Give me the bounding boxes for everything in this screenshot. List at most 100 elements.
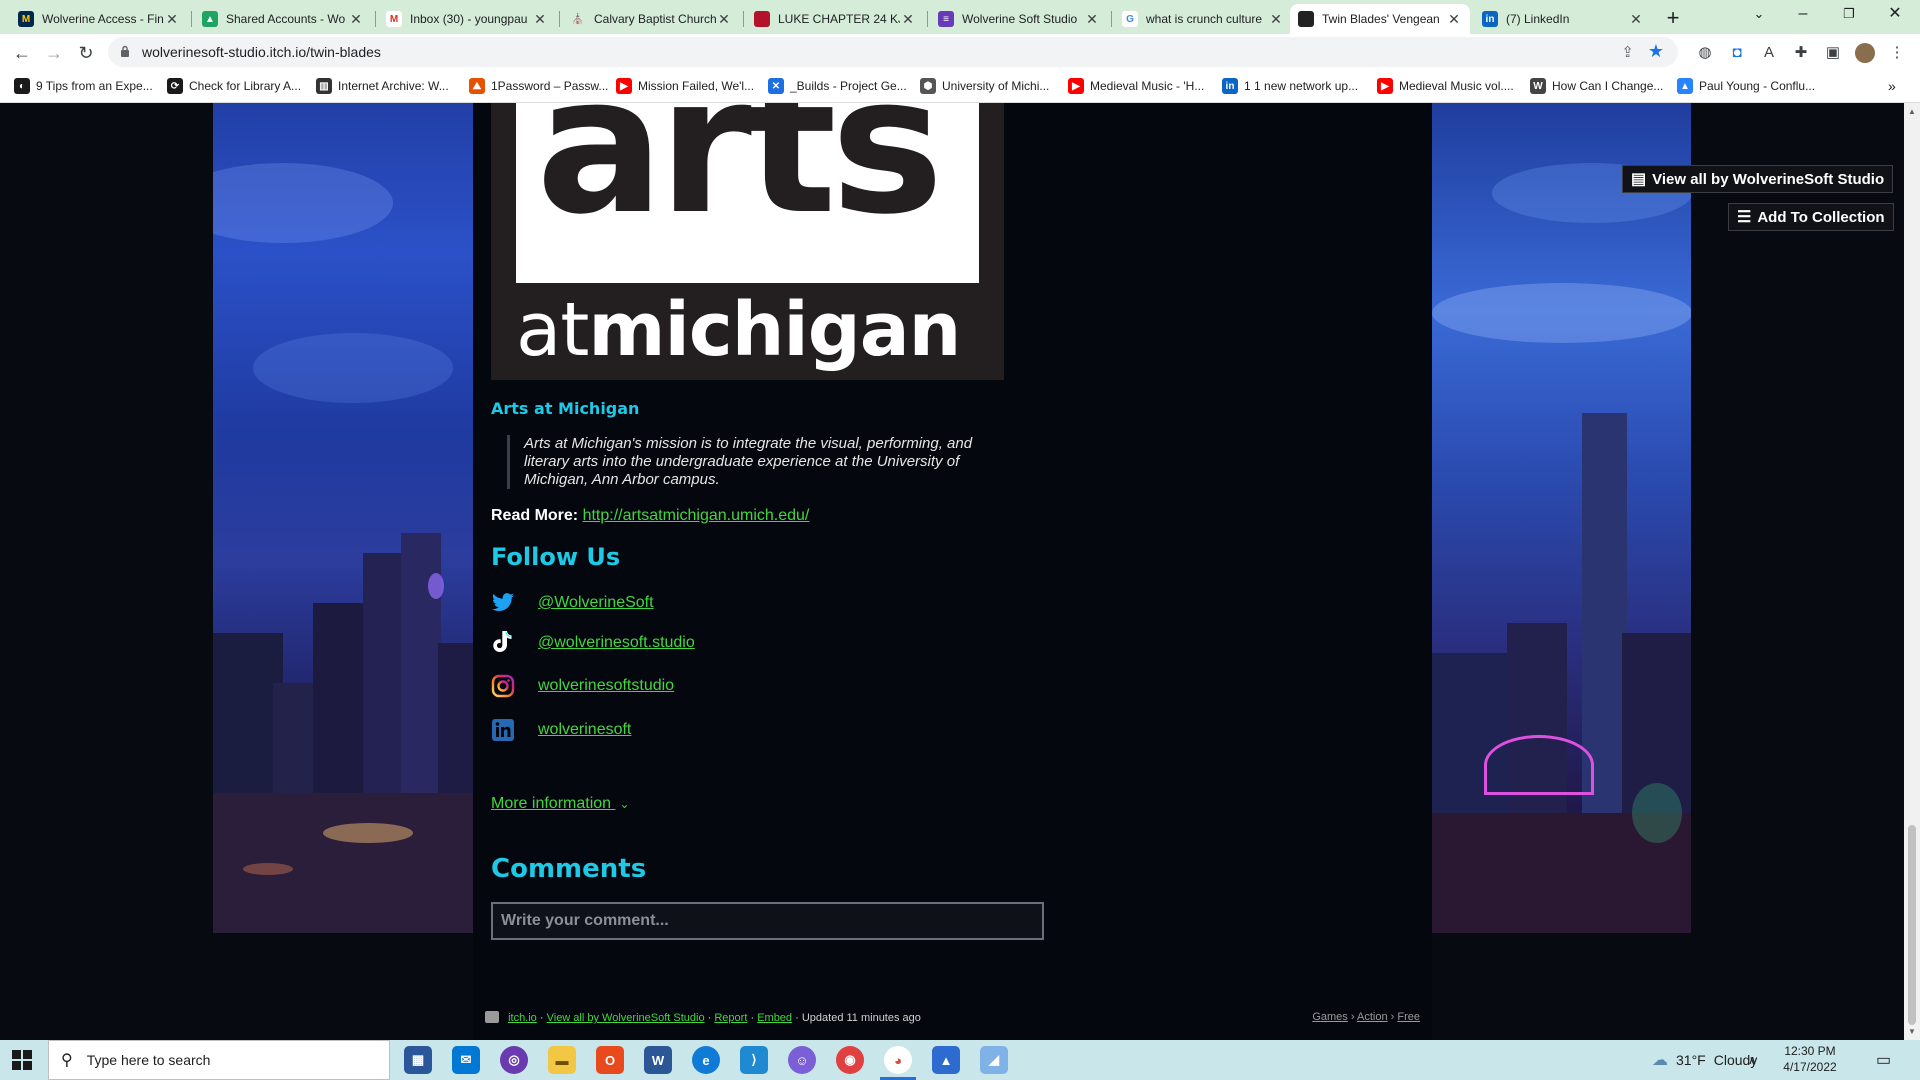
vscode-app-icon[interactable]: ⟩ bbox=[740, 1046, 768, 1074]
bookmark-item[interactable]: W How Can I Change... bbox=[1530, 78, 1663, 94]
chrome-app-icon[interactable]: ◕ bbox=[884, 1046, 912, 1074]
bookmark-item[interactable]: ▲ Paul Young - Conflu... bbox=[1677, 78, 1815, 94]
forward-button[interactable]: → bbox=[40, 39, 68, 67]
store-app-icon[interactable]: ▦ bbox=[404, 1046, 432, 1074]
notifications-icon[interactable]: ▭ bbox=[1876, 1040, 1891, 1080]
puzzle-icon[interactable]: ✚ bbox=[1791, 43, 1811, 63]
view-all-button[interactable]: ▤ View all by WolverineSoft Studio bbox=[1622, 165, 1894, 193]
bookmark-item[interactable]: ▥ Internet Archive: W... bbox=[316, 78, 449, 94]
tab-calvary-baptist[interactable]: ⛪ Calvary Baptist Church ✕ bbox=[562, 4, 740, 34]
social-item-twitter[interactable]: @WolverineSoft bbox=[491, 591, 654, 615]
footer-report-link[interactable]: Report bbox=[714, 1012, 747, 1024]
weather-widget[interactable]: ☁ 31°F Cloudy bbox=[1652, 1040, 1757, 1080]
app-circle-icon[interactable]: ◎ bbox=[500, 1046, 528, 1074]
section-title: Arts at Michigan bbox=[491, 399, 640, 418]
back-button[interactable]: ← bbox=[8, 39, 36, 67]
address-bar[interactable]: wolverinesoft-studio.itch.io/twin-blades… bbox=[108, 37, 1678, 67]
bookmark-item[interactable]: ▶ Medieval Music - 'H... bbox=[1068, 78, 1204, 94]
reload-button[interactable]: ↻ bbox=[72, 39, 100, 67]
close-window-button[interactable]: ✕ bbox=[1872, 0, 1918, 30]
photos-app-icon[interactable]: ▲ bbox=[932, 1046, 960, 1074]
social-item-linkedin[interactable]: wolverinesoft bbox=[491, 718, 631, 742]
tab-wolverine-access[interactable]: M Wolverine Access - Fin ✕ bbox=[10, 4, 188, 34]
close-tab-icon[interactable]: ✕ bbox=[1446, 11, 1462, 28]
tab-title: Inbox (30) - youngpau bbox=[410, 12, 528, 26]
crumb-games[interactable]: Games bbox=[1312, 1011, 1347, 1023]
tab-title: (7) LinkedIn bbox=[1506, 12, 1570, 26]
tab-search-icon[interactable]: ⌄ bbox=[1736, 0, 1782, 30]
bookmark-item[interactable]: ⟳ Check for Library A... bbox=[167, 78, 301, 94]
tiktok-link[interactable]: @wolverinesoft.studio bbox=[538, 634, 695, 652]
close-tab-icon[interactable]: ✕ bbox=[348, 11, 364, 28]
bookmark-item[interactable]: ⛰ 1Password – Passw... bbox=[469, 78, 608, 94]
tab-wolverine-soft[interactable]: ≡ Wolverine Soft Studio ✕ bbox=[930, 4, 1108, 34]
footer-embed-link[interactable]: Embed bbox=[757, 1012, 792, 1024]
close-tab-icon[interactable]: ✕ bbox=[1084, 11, 1100, 28]
close-tab-icon[interactable]: ✕ bbox=[716, 11, 732, 28]
tab-twin-blades[interactable]: Twin Blades' Vengean ✕ bbox=[1290, 4, 1470, 34]
minimize-button[interactable]: – bbox=[1780, 0, 1826, 30]
itchio-logo-icon[interactable] bbox=[485, 1011, 499, 1023]
url-text[interactable]: wolverinesoft-studio.itch.io/twin-blades bbox=[142, 44, 381, 60]
edge-app-icon[interactable]: e bbox=[692, 1046, 720, 1074]
bookmark-item[interactable]: ✕ _Builds - Project Ge... bbox=[768, 78, 907, 94]
system-clock[interactable]: 12:30 PM 4/17/2022 bbox=[1770, 1043, 1850, 1075]
add-to-collection-button[interactable]: ☰ Add To Collection bbox=[1728, 203, 1894, 231]
taskbar-search-input[interactable]: ⚲ Type here to search bbox=[48, 1040, 390, 1080]
mail-app-icon[interactable]: ✉ bbox=[452, 1046, 480, 1074]
tab-crunch-culture[interactable]: G what is crunch culture ✕ bbox=[1114, 4, 1292, 34]
tab-gmail-inbox[interactable]: M Inbox (30) - youngpau ✕ bbox=[378, 4, 556, 34]
app-red-icon[interactable]: ◉ bbox=[836, 1046, 864, 1074]
windows-start-icon[interactable] bbox=[12, 1050, 32, 1070]
more-information-toggle[interactable]: More information ⌄ bbox=[491, 795, 630, 813]
footer-itchio-link[interactable]: itch.io bbox=[508, 1012, 537, 1024]
social-item-instagram[interactable]: wolverinesoftstudio bbox=[491, 674, 674, 698]
close-tab-icon[interactable]: ✕ bbox=[532, 11, 548, 28]
bookmark-item[interactable]: ▶ Medieval Music vol.... bbox=[1377, 78, 1514, 94]
app-blue-icon[interactable]: ◢ bbox=[980, 1046, 1008, 1074]
bookmark-favicon-icon: ⬢ bbox=[920, 78, 936, 94]
maximize-button[interactable]: ❐ bbox=[1826, 0, 1872, 30]
close-tab-icon[interactable]: ✕ bbox=[164, 11, 180, 28]
instagram-link[interactable]: wolverinesoftstudio bbox=[538, 677, 674, 695]
extension-icon[interactable]: ◍ bbox=[1695, 43, 1715, 63]
scroll-up-icon[interactable]: ▲ bbox=[1908, 107, 1916, 116]
file-explorer-icon[interactable]: ▬ bbox=[548, 1046, 576, 1074]
tray-chevron-up-icon[interactable]: ∧ bbox=[1748, 1040, 1757, 1080]
close-tab-icon[interactable]: ✕ bbox=[900, 11, 916, 28]
page-scrollbar[interactable]: ▲ ▼ bbox=[1904, 103, 1920, 1040]
bookmark-item[interactable]: ◐ 9 Tips from an Expe... bbox=[14, 78, 153, 94]
profile-avatar[interactable] bbox=[1855, 43, 1875, 63]
crumb-free[interactable]: Free bbox=[1397, 1011, 1420, 1023]
tab-title: Wolverine Access - Fin bbox=[42, 12, 164, 26]
linkedin-link[interactable]: wolverinesoft bbox=[538, 721, 631, 739]
menu-icon[interactable]: ⋮ bbox=[1887, 43, 1907, 63]
twitter-link[interactable]: @WolverineSoft bbox=[538, 594, 654, 612]
extension-a-icon[interactable]: A bbox=[1759, 43, 1779, 63]
crumb-action[interactable]: Action bbox=[1357, 1011, 1388, 1023]
screencast-extension-icon[interactable]: ◘ bbox=[1727, 43, 1747, 63]
word-app-icon[interactable]: W bbox=[644, 1046, 672, 1074]
scroll-down-icon[interactable]: ▼ bbox=[1908, 1027, 1916, 1036]
side-panel-icon[interactable]: ▣ bbox=[1823, 43, 1843, 63]
bookmark-item[interactable]: in 1 1 new network up... bbox=[1222, 78, 1358, 94]
arts-at-michigan-logo: arts atmichigan bbox=[491, 103, 1004, 380]
read-more-link[interactable]: http://artsatmichigan.umich.edu/ bbox=[583, 507, 810, 524]
comment-input[interactable]: Write your comment... bbox=[491, 902, 1044, 940]
close-tab-icon[interactable]: ✕ bbox=[1268, 11, 1284, 28]
tab-linkedin[interactable]: in (7) LinkedIn ✕ bbox=[1474, 4, 1652, 34]
scroll-thumb[interactable] bbox=[1908, 825, 1916, 1025]
tab-luke-chapter[interactable]: LUKE CHAPTER 24 KJV ✕ bbox=[746, 4, 924, 34]
bookmark-star-icon[interactable]: ★ bbox=[1648, 41, 1664, 62]
discord-app-icon[interactable]: ☺ bbox=[788, 1046, 816, 1074]
tab-shared-accounts[interactable]: ▲ Shared Accounts - Wo ✕ bbox=[194, 4, 372, 34]
social-item-tiktok[interactable]: @wolverinesoft.studio bbox=[491, 631, 695, 655]
close-tab-icon[interactable]: ✕ bbox=[1628, 11, 1644, 28]
new-tab-button[interactable]: + bbox=[1660, 6, 1686, 32]
more-bookmarks-icon[interactable]: » bbox=[1888, 78, 1896, 94]
bookmark-item[interactable]: ▶ Mission Failed, We'l... bbox=[616, 78, 754, 94]
office-app-icon[interactable]: O bbox=[596, 1046, 624, 1074]
share-icon[interactable]: ⇪ bbox=[1621, 43, 1634, 61]
bookmark-item[interactable]: ⬢ University of Michi... bbox=[920, 78, 1049, 94]
footer-view-all-link[interactable]: View all by WolverineSoft Studio bbox=[547, 1012, 705, 1024]
